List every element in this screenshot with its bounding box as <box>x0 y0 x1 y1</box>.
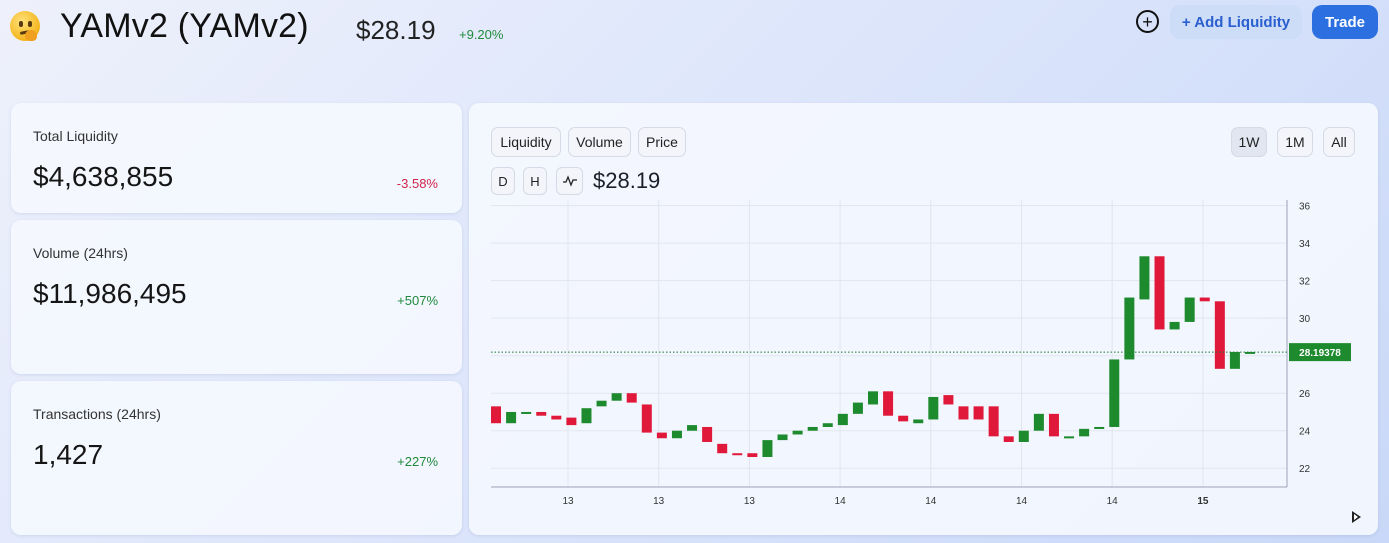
y-tick-label: 36 <box>1299 202 1311 213</box>
candle <box>581 408 592 424</box>
candle <box>958 406 969 420</box>
candle <box>792 430 803 435</box>
transactions-card: Transactions (24hrs) 1,427 +227% <box>11 381 462 535</box>
price-candlestick-chart[interactable]: 2224262830323436131313141414141528.19378 <box>469 103 1378 535</box>
candle <box>762 440 773 457</box>
total-liquidity-card: Total Liquidity $4,638,855 -3.58% <box>11 103 462 213</box>
x-tick-label: 14 <box>1016 496 1028 507</box>
candle <box>687 425 698 431</box>
candle <box>551 415 562 420</box>
candle <box>852 402 863 414</box>
stat-change: -3.58% <box>396 176 438 191</box>
stat-value: $4,638,855 <box>33 161 174 192</box>
candle <box>747 453 758 457</box>
candle <box>913 419 924 424</box>
candle <box>596 400 607 407</box>
volume-card: Volume (24hrs) $11,986,495 +507% <box>11 220 462 374</box>
stat-change: +227% <box>397 454 438 469</box>
x-tick-label: 15 <box>1197 496 1209 507</box>
y-tick-label: 30 <box>1299 314 1311 325</box>
candle <box>656 432 667 439</box>
candle <box>1109 359 1120 427</box>
candle <box>1018 430 1029 442</box>
candle <box>566 417 577 426</box>
candle <box>1139 256 1150 300</box>
x-tick-label: 13 <box>562 496 574 507</box>
candle <box>611 393 622 401</box>
candle <box>626 393 637 403</box>
candle <box>702 426 713 442</box>
x-tick-label: 14 <box>1107 496 1119 507</box>
candle <box>807 426 818 431</box>
page-header: YAMv2 (YAMv2) $28.19 +9.20% + + Add Liqu… <box>0 0 1389 60</box>
token-price: $28.19 <box>356 15 436 45</box>
candle <box>491 406 501 424</box>
stat-label: Total Liquidity <box>33 128 118 144</box>
stat-change: +507% <box>397 293 438 308</box>
add-liquidity-button[interactable]: + Add Liquidity <box>1170 5 1302 39</box>
candle <box>536 411 547 416</box>
y-tick-label: 24 <box>1299 427 1311 438</box>
x-tick-label: 13 <box>744 496 756 507</box>
candle <box>928 396 939 420</box>
candle <box>1214 301 1225 369</box>
x-tick-label: 14 <box>925 496 937 507</box>
candle <box>732 453 743 456</box>
token-price-change: +9.20% <box>459 27 504 42</box>
candle <box>822 423 833 427</box>
candle <box>1094 426 1105 429</box>
stat-value: $11,986,495 <box>33 278 187 309</box>
plus-circle-icon[interactable]: + <box>1136 10 1159 33</box>
token-title: YAMv2 (YAMv2) <box>60 7 309 45</box>
candle <box>1033 413 1044 431</box>
candle <box>521 411 532 414</box>
candle <box>671 430 682 439</box>
candle <box>1184 297 1195 322</box>
candle <box>898 415 909 422</box>
x-tick-label: 14 <box>835 496 847 507</box>
play-icon[interactable] <box>1352 511 1361 523</box>
candle <box>1199 297 1210 302</box>
stat-value: 1,427 <box>33 439 104 470</box>
candle <box>1048 413 1059 437</box>
candle <box>1245 351 1255 354</box>
candle <box>973 406 984 420</box>
candle <box>1229 351 1240 369</box>
trade-button[interactable]: Trade <box>1312 5 1378 39</box>
candle <box>988 406 999 437</box>
candle <box>1169 321 1180 330</box>
candle <box>1003 436 1014 442</box>
chart-card: Liquidity Volume Price 1W 1M All D H $28… <box>469 103 1378 535</box>
candle <box>777 434 788 441</box>
candle <box>641 404 652 433</box>
thinking-face-icon <box>10 11 40 41</box>
candle <box>1124 297 1135 360</box>
x-tick-label: 13 <box>653 496 665 507</box>
candle <box>883 391 894 416</box>
candle <box>1079 428 1090 437</box>
candle <box>1064 436 1075 439</box>
candle <box>1154 256 1165 330</box>
last-price-label: 28.19378 <box>1299 348 1341 359</box>
candle <box>506 411 517 424</box>
y-tick-label: 34 <box>1299 239 1311 250</box>
candle <box>943 395 954 405</box>
y-tick-label: 32 <box>1299 277 1311 288</box>
stat-label: Volume (24hrs) <box>33 245 128 261</box>
candle <box>837 413 848 426</box>
stat-label: Transactions (24hrs) <box>33 406 161 422</box>
y-tick-label: 22 <box>1299 464 1311 475</box>
y-tick-label: 26 <box>1299 389 1311 400</box>
candle <box>717 443 728 454</box>
candle <box>868 391 878 405</box>
